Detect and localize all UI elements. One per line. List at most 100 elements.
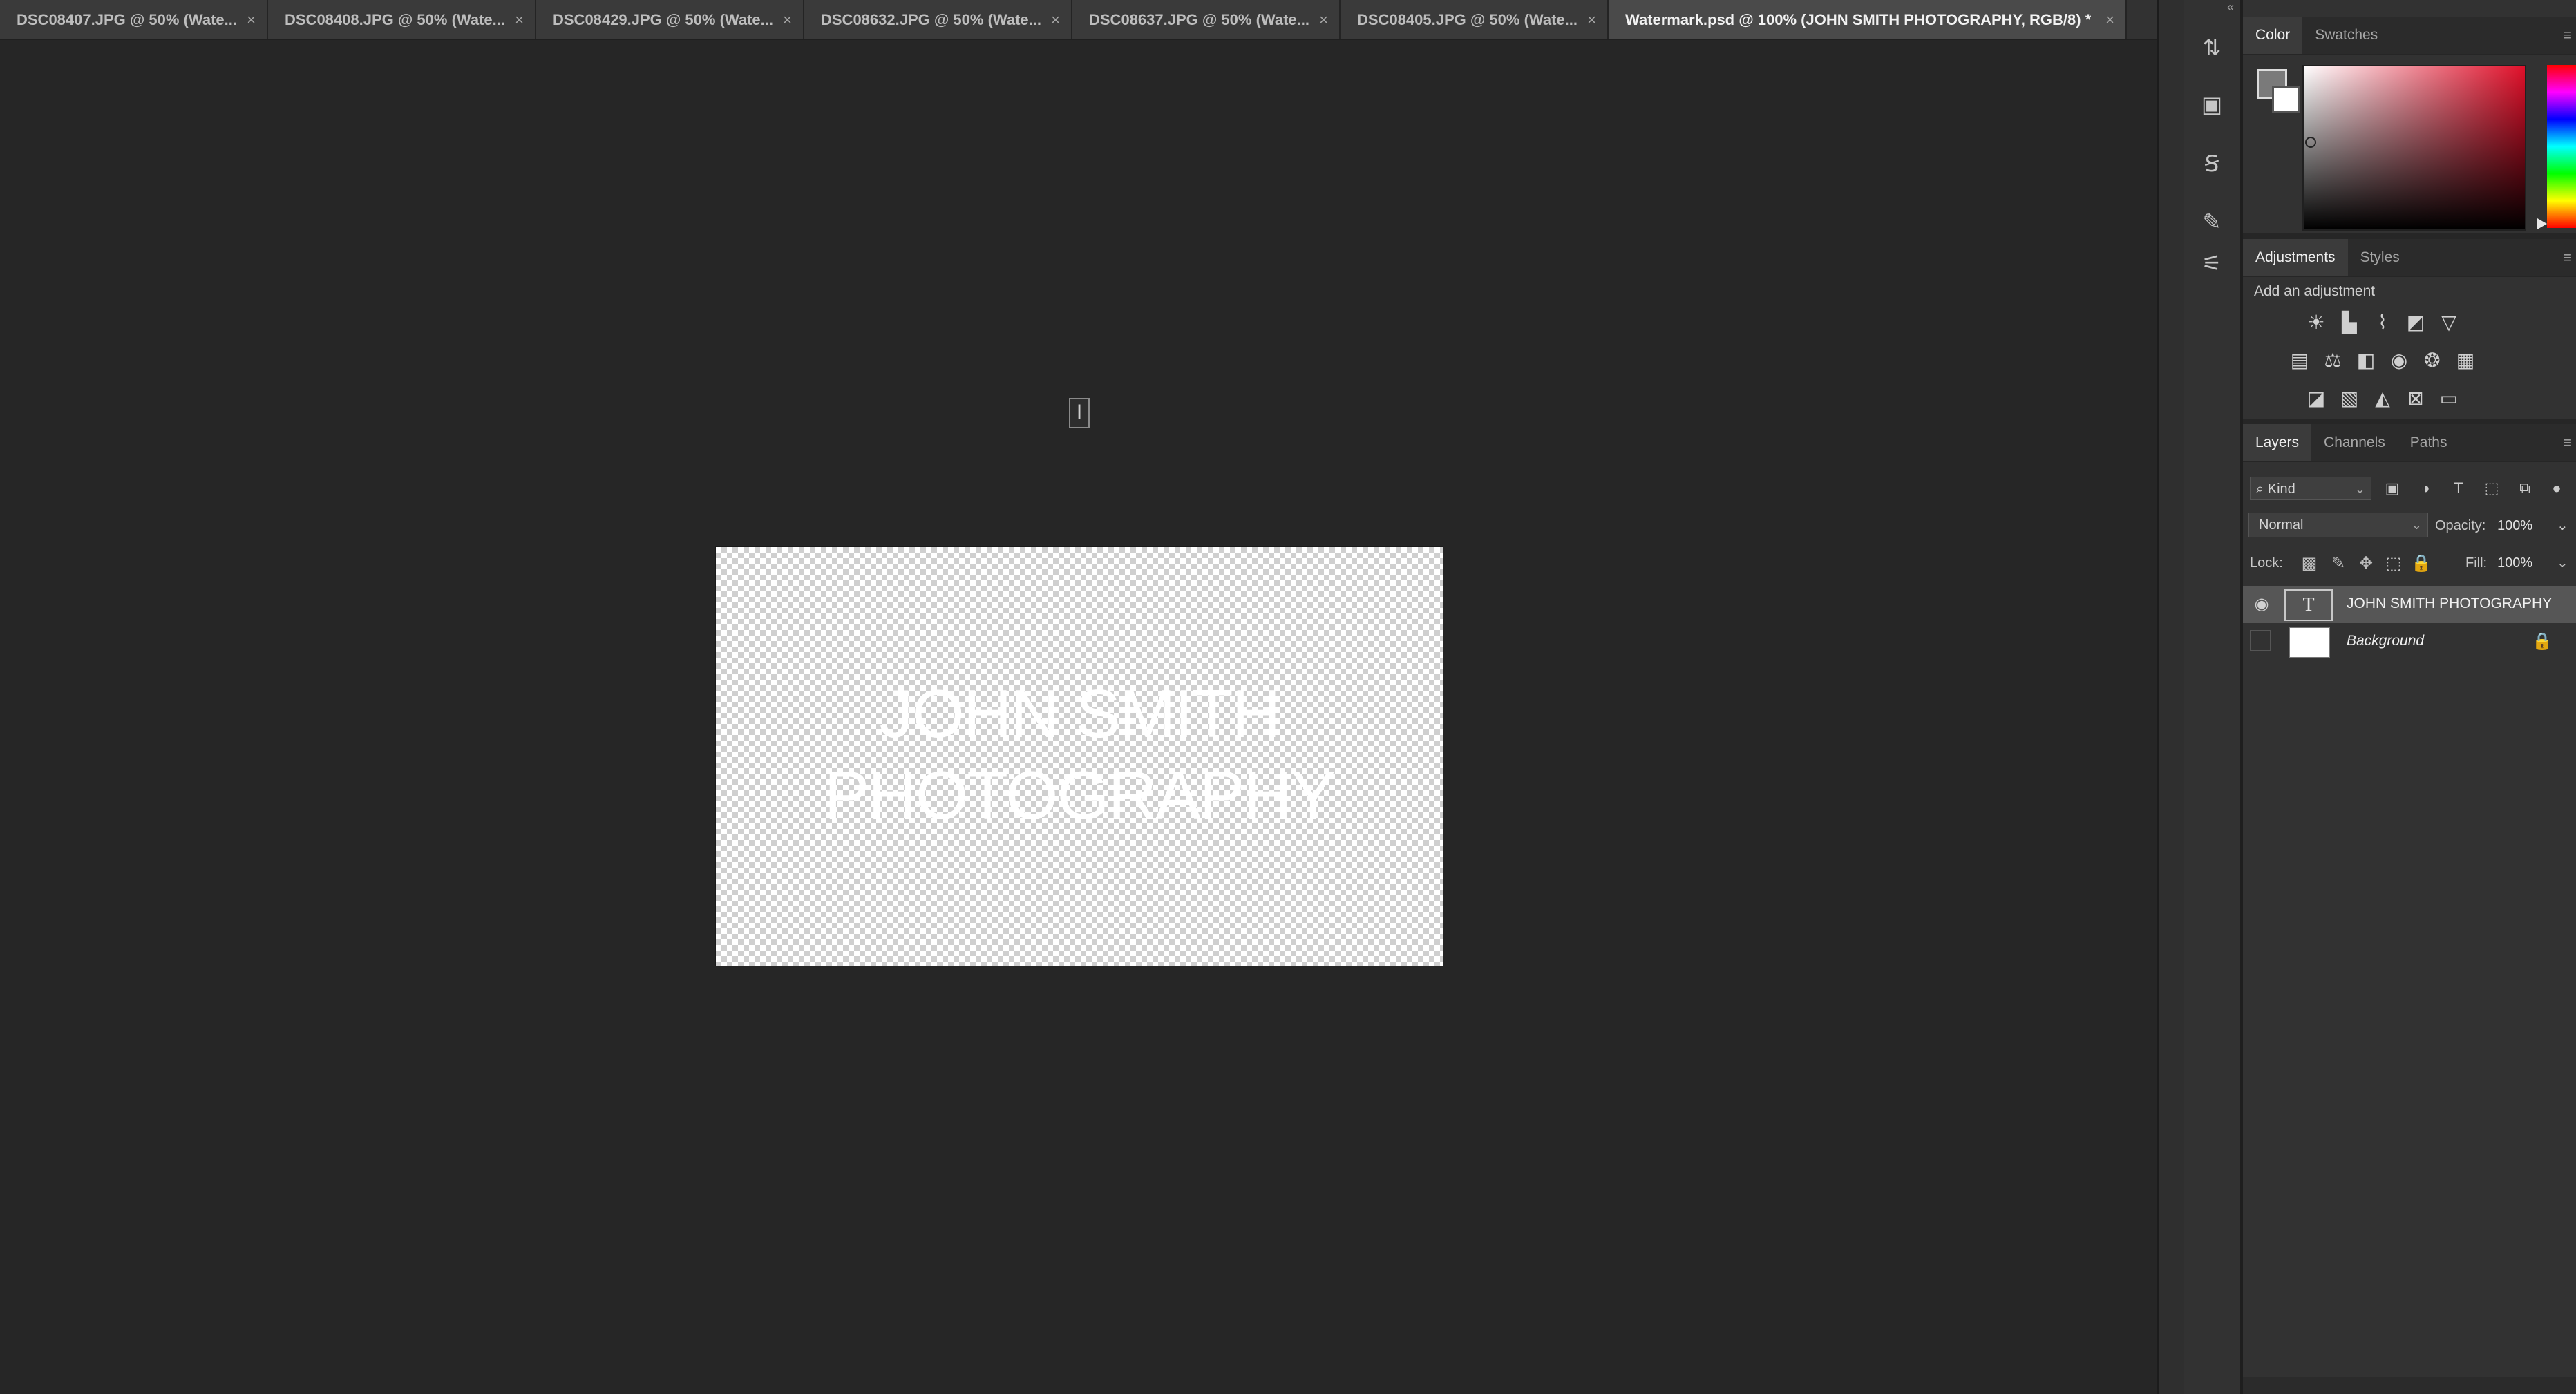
hue-slider-marker[interactable] [2537,218,2547,229]
filter-kind-label: ⌕ Kind [2256,481,2295,497]
fill-input[interactable]: 100% [2497,555,2532,571]
lock-transparent-icon[interactable]: ▩ [2298,553,2320,575]
color-lookup-icon[interactable]: ▦ [2449,344,2482,377]
hue-slider[interactable] [2547,65,2576,228]
text-cursor-icon: I [1069,398,1090,428]
panel-menu-icon[interactable]: ≡ [2563,434,2572,452]
color-picker-field[interactable] [2302,65,2526,231]
tab-channels[interactable]: Channels [2311,424,2398,461]
tab-swatches[interactable]: Swatches [2302,17,2390,54]
adjustment-row: ◪ ▧ ◭ ⊠ ▭ [2300,382,2465,415]
document-tab[interactable]: DSC08407.JPG @ 50% (Wate... × [0,0,268,39]
foreground-background-swatches[interactable] [2257,69,2301,113]
close-icon[interactable]: × [1587,11,1596,29]
threshold-icon[interactable]: ◭ [2366,382,2399,415]
document-canvas[interactable]: JOHN SMITH PHOTOGRAPHY [716,547,1443,966]
lock-pixels-icon[interactable]: ✎ [2327,553,2349,575]
smart-object-filter-icon[interactable]: ⧉ [2511,477,2539,500]
tab-layers[interactable]: Layers [2243,424,2312,461]
history-brush-icon[interactable]: ⇅ [2195,30,2229,65]
document-tab[interactable]: DSC08632.JPG @ 50% (Wate... × [804,0,1072,39]
lock-icon[interactable]: 🔒 [2532,631,2553,651]
panel-menu-icon[interactable]: ≡ [2563,26,2572,44]
lock-all-icon[interactable]: 🔒 [2410,553,2432,575]
fill-label: Fill: [2465,555,2488,571]
tab-label: DSC08407.JPG @ 50% (Wate... [17,10,237,28]
chevron-down-icon: ⌄ [2411,518,2422,532]
tab-adjustments[interactable]: Adjustments [2243,239,2348,276]
vibrance-icon[interactable]: ▽ [2432,306,2465,339]
layer-row[interactable]: ◉ T JOHN SMITH PHOTOGRAPHY [2243,586,2576,623]
black-white-icon[interactable]: ◧ [2349,344,2383,377]
document-tab-bar: DSC08407.JPG @ 50% (Wate... × DSC08408.J… [0,0,2161,40]
adjustment-layer-filter-icon[interactable]: ◑ [2412,477,2439,500]
opacity-label: Opacity: [2435,518,2486,533]
properties-icon[interactable]: ▣ [2195,87,2229,122]
color-balance-icon[interactable]: ⚖ [2316,344,2349,377]
invert-icon[interactable]: ◪ [2300,382,2333,415]
panel-divider [2243,419,2576,424]
lock-position-icon[interactable]: ✥ [2355,553,2377,575]
filter-toggle-icon[interactable]: ● [2543,477,2570,500]
gradient-map-icon[interactable]: ▭ [2432,382,2465,415]
layer-name[interactable]: Background [2347,633,2424,649]
layer-name[interactable]: JOHN SMITH PHOTOGRAPHY [2347,595,2552,612]
chevron-down-icon[interactable]: ⌄ [2557,554,2568,571]
color-picker-ring[interactable] [2305,137,2316,148]
add-adjustment-label: Add an adjustment [2254,283,2376,299]
document-tab[interactable]: DSC08429.JPG @ 50% (Wate... × [536,0,804,39]
close-icon[interactable]: × [247,11,256,29]
watermark-text-layer[interactable]: JOHN SMITH PHOTOGRAPHY [716,673,1443,836]
type-layer-filter-icon[interactable]: T [2445,477,2472,500]
hue-saturation-icon[interactable]: ▤ [2283,344,2316,377]
photo-filter-icon[interactable]: ◉ [2383,344,2416,377]
brush-settings-icon[interactable]: ✎ [2195,204,2229,239]
selective-color-icon[interactable]: ⊠ [2399,382,2432,415]
blend-mode-dropdown[interactable]: Normal ⌄ [2248,513,2428,537]
close-icon[interactable]: × [1319,11,1328,29]
layer-filter-dropdown[interactable]: ⌕ Kind ⌄ [2250,477,2371,500]
brightness-contrast-icon[interactable]: ☀ [2300,306,2333,339]
adjust-sliders-icon[interactable]: ⚟ [2195,246,2229,280]
close-icon[interactable]: × [1051,11,1060,29]
chevron-down-icon[interactable]: ⌄ [2557,517,2568,534]
adjustment-row: ☀ ▙ ⌇ ◩ ▽ [2300,306,2465,339]
document-tab[interactable]: DSC08637.JPG @ 50% (Wate... × [1072,0,1341,39]
tab-paths[interactable]: Paths [2398,424,2460,461]
adjustments-panel-tabs: Adjustments Styles ≡ [2243,239,2576,277]
close-icon[interactable]: × [783,11,792,29]
document-tab-active[interactable]: Watermark.psd @ 100% (JOHN SMITH PHOTOGR… [1609,0,2127,39]
background-color-swatch[interactable] [2272,86,2300,113]
blend-mode-value: Normal [2259,517,2304,533]
tab-label: DSC08405.JPG @ 50% (Wate... [1357,10,1578,28]
tab-label: Watermark.psd @ 100% (JOHN SMITH PHOTOGR… [1625,10,2092,28]
exposure-icon[interactable]: ◩ [2399,306,2432,339]
layers-footer-bar [2243,1377,2576,1394]
document-tab[interactable]: DSC08405.JPG @ 50% (Wate... × [1341,0,1609,39]
layer-thumbnail[interactable] [2289,627,2330,658]
document-tab[interactable]: DSC08408.JPG @ 50% (Wate... × [268,0,536,39]
collapse-dock-icon[interactable]: « [2222,0,2239,14]
tab-label: DSC08632.JPG @ 50% (Wate... [821,10,1041,28]
panel-menu-icon[interactable]: ≡ [2563,249,2572,267]
lock-artboard-icon[interactable]: ⬚ [2383,553,2405,575]
tab-styles[interactable]: Styles [2348,239,2412,276]
type-layer-thumbnail[interactable]: T [2284,589,2333,621]
close-icon[interactable]: × [515,11,524,29]
close-icon[interactable]: × [2105,11,2114,29]
channel-mixer-icon[interactable]: ❂ [2416,344,2449,377]
curves-icon[interactable]: ⌇ [2366,306,2399,339]
posterize-icon[interactable]: ▧ [2333,382,2366,415]
pixel-layer-filter-icon[interactable]: ▣ [2378,477,2406,500]
character-icon[interactable]: Ꞩ [2195,146,2229,181]
levels-icon[interactable]: ▙ [2333,306,2366,339]
vertical-scrollbar[interactable] [2157,0,2184,1394]
tab-color[interactable]: Color [2243,17,2303,54]
opacity-input[interactable]: 100% [2497,518,2532,534]
visibility-eye-icon[interactable]: ◉ [2250,593,2273,616]
tab-label: DSC08408.JPG @ 50% (Wate... [285,10,505,28]
canvas-workspace[interactable]: JOHN SMITH PHOTOGRAPHY I [0,40,2157,1394]
visibility-toggle[interactable] [2250,630,2271,651]
shape-layer-filter-icon[interactable]: ⬚ [2478,477,2506,500]
layer-row[interactable]: Background 🔒 [2243,623,2576,660]
